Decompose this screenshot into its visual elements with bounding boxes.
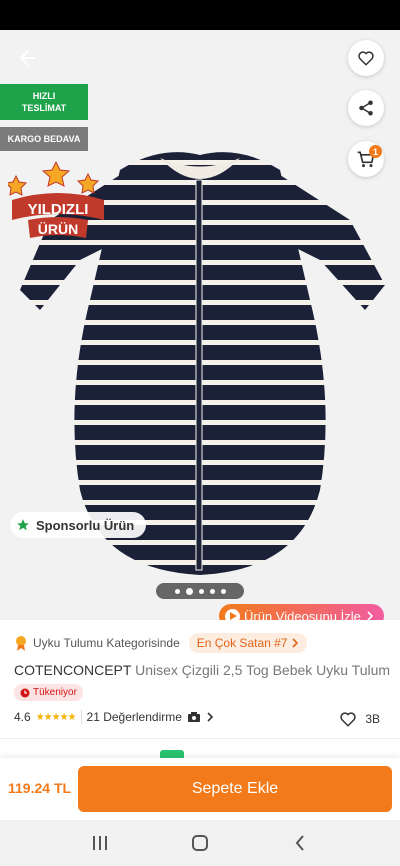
add-to-cart-button[interactable]: Sepete Ekle	[78, 766, 392, 812]
gallery-pager[interactable]	[156, 583, 244, 599]
medal-icon	[16, 636, 26, 651]
gallery-dot[interactable]	[209, 588, 215, 594]
nav-back-icon	[295, 835, 304, 851]
sponsored-tag: Sponsorlu Ürün	[10, 512, 147, 538]
rating-value: 4.6	[14, 710, 31, 724]
stock-status-chip: Tükeniyor	[14, 684, 83, 701]
gallery-dot[interactable]	[174, 588, 180, 594]
product-image-gallery[interactable]: 1 HIZLI TESLİMAT KARGO BEDAVA YILDIZLI Ü…	[0, 30, 400, 620]
status-bar	[0, 0, 400, 30]
recents-button[interactable]	[80, 823, 120, 863]
chevron-right-icon	[292, 638, 299, 648]
rating-divider	[80, 710, 82, 724]
review-count: 21 Değerlendirme	[86, 710, 182, 724]
gallery-dot[interactable]	[185, 587, 193, 595]
watch-video-label: Ürün Videosunu İzle	[244, 608, 361, 621]
back-button[interactable]	[12, 42, 44, 74]
rating-row[interactable]: 4.6 ★★★★★ 21 Değerlendirme	[14, 710, 214, 724]
product-title: COTENCONCEPT Unisex Çizgili 2,5 Tog Bebe…	[14, 662, 390, 678]
bottom-action-bar: 119.24 TL Sepete Ekle	[0, 758, 400, 820]
back-icon	[19, 50, 35, 66]
recents-icon	[93, 836, 107, 850]
play-icon	[225, 608, 240, 620]
product-detail-screen: 1 HIZLI TESLİMAT KARGO BEDAVA YILDIZLI Ü…	[0, 0, 400, 866]
heart-icon	[340, 712, 357, 727]
cart-count-badge: 1	[369, 145, 382, 158]
share-button[interactable]	[348, 90, 384, 126]
system-nav-bar	[0, 820, 400, 866]
camera-icon	[187, 712, 200, 722]
favorite-button[interactable]	[348, 40, 384, 76]
section-divider	[0, 738, 400, 739]
watch-video-button[interactable]: Ürün Videosunu İzle	[219, 604, 384, 620]
gallery-dot[interactable]	[220, 588, 226, 594]
rating-stars: ★★★★★	[35, 711, 77, 723]
fast-delivery-line1: HIZLI	[32, 91, 56, 101]
like-count-button[interactable]: 3B	[339, 710, 380, 728]
price: 119.24 TL	[8, 780, 72, 796]
cart-button[interactable]: 1	[348, 141, 384, 177]
home-icon	[192, 835, 208, 851]
stock-status-label: Tükeniyor	[33, 687, 77, 698]
gallery-dot[interactable]	[198, 588, 204, 594]
fast-delivery-badge: HIZLI TESLİMAT	[0, 84, 88, 120]
sponsored-label: Sponsorlu Ürün	[36, 517, 135, 533]
product-info: Uyku Tulumu Kategorisinde En Çok Satan #…	[0, 620, 400, 760]
heart-icon	[358, 51, 374, 66]
free-cargo-badge: KARGO BEDAVA	[0, 127, 88, 151]
star-badge-line1: YILDIZLI	[28, 201, 89, 218]
category-rank-row: Uyku Tulumu Kategorisinde En Çok Satan #…	[14, 633, 308, 653]
share-icon	[359, 100, 373, 116]
star-product-badge: YILDIZLI ÜRÜN	[8, 160, 104, 238]
best-seller-chip[interactable]: En Çok Satan #7	[188, 633, 308, 653]
product-name: Unisex Çizgili 2,5 Tog Bebek Uyku Tulumu	[135, 662, 390, 678]
like-count: 3B	[365, 712, 380, 726]
chevron-right-icon	[207, 712, 214, 722]
fast-delivery-line2: TESLİMAT	[21, 103, 67, 113]
chevron-right-icon	[367, 611, 373, 620]
category-text: Uyku Tulumu Kategorisinde	[33, 636, 180, 650]
nav-back-button[interactable]	[280, 823, 320, 863]
star-badge-line2: ÜRÜN	[38, 221, 78, 237]
product-brand[interactable]: COTENCONCEPT	[14, 662, 131, 678]
best-seller-label: En Çok Satan #7	[196, 636, 288, 650]
clock-icon	[20, 688, 30, 697]
star-icon	[17, 519, 29, 531]
home-button[interactable]	[180, 823, 220, 863]
